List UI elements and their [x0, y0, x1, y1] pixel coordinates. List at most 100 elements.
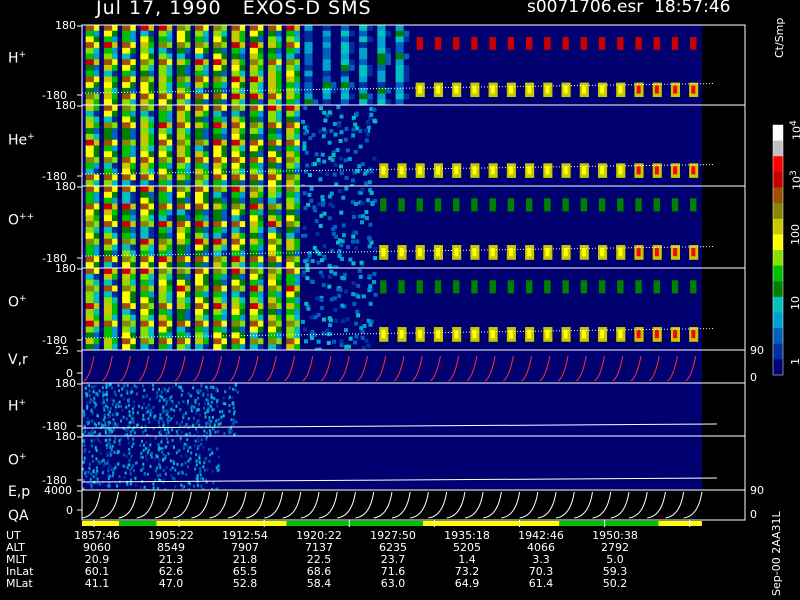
spectrogram-cell: [92, 470, 95, 474]
spectrogram-cell: [185, 174, 191, 181]
colorbar-swatch: [773, 265, 783, 282]
spectrogram-cell: [221, 191, 227, 199]
spectrogram-cell: [195, 476, 198, 480]
spectrogram-cell: [148, 116, 155, 123]
spectrogram-cell: [339, 156, 344, 161]
spectrogram-cell: [377, 53, 386, 60]
spectrogram-cell: [148, 303, 155, 310]
spectrogram-cell: [367, 274, 372, 279]
spectrogram-cell: [198, 419, 201, 423]
spectrogram-cell: [166, 110, 173, 118]
spectrogram-cell: [257, 303, 264, 310]
spectrogram-cell: [294, 191, 300, 199]
colorbar-swatch: [773, 171, 783, 188]
spectrogram-cell: [168, 386, 171, 390]
spectrogram-cell: [114, 393, 117, 397]
spectrogram-cell: [206, 421, 209, 425]
spectrogram-cell: [257, 36, 264, 43]
spectrogram-cell: [203, 42, 209, 49]
spectrogram-cell: [91, 459, 94, 463]
spectrogram-cell: [122, 415, 125, 419]
spectrogram-cell: [122, 116, 131, 123]
spectrogram-cell: [314, 152, 319, 157]
spectrogram-cell: [112, 244, 118, 251]
spectrogram-cell: [142, 430, 145, 434]
spectrogram-cell: [276, 30, 282, 37]
spectrogram-cell: [563, 85, 568, 94]
spectrogram-cell: [85, 215, 94, 222]
spectrogram-cell: [93, 116, 100, 123]
spectrogram-cell: [129, 482, 132, 486]
spectrogram-cell: [212, 481, 215, 485]
spectrogram-cell: [175, 404, 178, 408]
spectrogram-cell: [213, 174, 222, 181]
spectrogram-cell: [472, 166, 477, 175]
spectrogram-cell: [213, 291, 222, 298]
spectrogram-cell: [123, 397, 126, 401]
spectrogram-cell: [103, 221, 113, 228]
spectrogram-cell: [207, 447, 210, 451]
spectrogram-cell: [142, 466, 145, 470]
spectrogram-cell: [122, 227, 131, 234]
footer-id: Sep-00 2AA31L: [770, 511, 783, 596]
spectrogram-cell: [85, 36, 94, 43]
spectrogram-cell: [312, 82, 319, 89]
colorbar-tick-text: 10: [790, 176, 800, 190]
spectrogram-cell: [257, 215, 264, 222]
spectrogram-cell: [399, 330, 404, 339]
spectrogram-cell: [489, 198, 496, 212]
spectrogram-cell: [294, 338, 300, 345]
spectrogram-cell: [85, 244, 94, 251]
spectrogram-cell: [118, 400, 121, 404]
spectrogram-cell: [148, 157, 155, 164]
spectrogram-cell: [160, 440, 163, 444]
spectrogram-cell: [366, 198, 371, 203]
spectrogram-cell: [208, 418, 211, 422]
spectrogram-cell: [205, 431, 208, 435]
spectrogram-cell: [121, 387, 124, 391]
spectrogram-cell: [231, 273, 240, 281]
spectrogram-cell: [140, 268, 149, 275]
spectrogram-cell: [176, 105, 186, 112]
spectrogram-cell: [331, 226, 336, 231]
spectrogram-cell: [93, 405, 96, 409]
spectrogram-cell: [112, 297, 118, 304]
spectrogram-cell: [107, 474, 110, 478]
spectrogram-cell: [294, 116, 300, 123]
spectrogram-cell: [304, 70, 313, 77]
spectrogram-cell: [112, 36, 118, 43]
spectrogram-cell: [377, 93, 386, 100]
spectrogram-cell: [176, 42, 186, 49]
spectrogram-cell: [322, 127, 327, 132]
spectrogram-cell: [213, 209, 222, 216]
spectrogram-cell: [368, 237, 373, 242]
spectrogram-cell: [267, 256, 277, 263]
spectrogram-cell: [267, 65, 277, 72]
spectrogram-cell: [122, 145, 131, 152]
spectrogram-cell: [239, 297, 246, 304]
spectrogram-cell: [239, 291, 246, 298]
spectrogram-cell: [203, 162, 209, 170]
spectrogram-cell: [294, 82, 300, 89]
colorbar-tick-text: 10: [789, 296, 800, 310]
panel-label-opp: O++: [8, 212, 34, 229]
spectrogram-cell: [88, 384, 91, 388]
spectrogram-cell: [148, 145, 155, 152]
spectrogram-cell: [257, 151, 264, 158]
colorbar-swatch: [773, 250, 783, 267]
spectrogram-cell: [214, 388, 217, 392]
spectrogram-cell: [195, 174, 204, 181]
spectrogram-cell: [286, 42, 295, 49]
spectrogram-cell: [231, 122, 240, 129]
spectrogram-cell: [330, 47, 337, 55]
spectrogram-cell: [231, 396, 234, 400]
spectrogram-cell: [132, 400, 135, 404]
spectrogram-cell: [257, 122, 264, 129]
spectrogram-cell: [158, 76, 167, 83]
spectrogram-cell: [358, 129, 363, 134]
spectrogram-cell: [195, 53, 204, 60]
spectrogram-cell: [312, 245, 317, 250]
spectrogram-cell: [618, 166, 623, 175]
spectrogram-cell: [231, 76, 240, 83]
spectrogram-cell: [213, 273, 222, 281]
